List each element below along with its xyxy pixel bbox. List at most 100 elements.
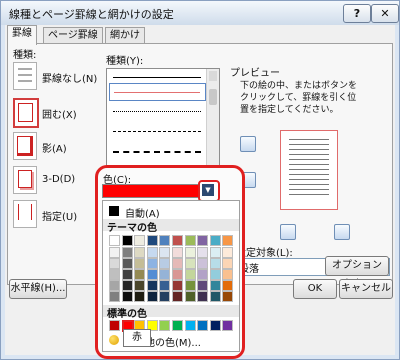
theme-color-swatch[interactable]	[172, 258, 183, 269]
scroll-thumb[interactable]	[209, 89, 217, 105]
color-selected-value[interactable]	[102, 184, 199, 198]
theme-color-swatch[interactable]	[209, 247, 221, 258]
theme-color-swatch[interactable]	[109, 258, 120, 269]
theme-color-swatch[interactable]	[209, 235, 221, 246]
setting-none-label[interactable]: 罫線なし(N)	[42, 70, 97, 85]
scroll-up-icon[interactable]	[209, 71, 217, 81]
theme-color-swatch[interactable]	[134, 291, 146, 302]
theme-color-swatch[interactable]	[121, 235, 133, 246]
standard-color-swatch[interactable]	[109, 320, 120, 331]
theme-color-swatch[interactable]	[134, 258, 146, 269]
theme-color-swatch[interactable]	[121, 280, 133, 291]
theme-color-swatch[interactable]	[159, 258, 171, 269]
automatic-swatch[interactable]	[109, 206, 119, 216]
theme-color-swatch[interactable]	[222, 269, 234, 280]
standard-color-swatch[interactable]	[159, 320, 171, 331]
theme-color-swatch[interactable]	[146, 235, 158, 246]
setting-custom-label[interactable]: 指定(U)	[42, 208, 77, 223]
theme-color-swatch[interactable]	[172, 280, 183, 291]
top-border-button[interactable]	[240, 136, 256, 152]
theme-color-swatch[interactable]	[134, 269, 146, 280]
theme-color-swatch[interactable]	[159, 247, 171, 258]
theme-color-swatch[interactable]	[222, 291, 234, 302]
theme-color-swatch[interactable]	[134, 280, 146, 291]
theme-color-swatch[interactable]	[222, 235, 234, 246]
theme-color-swatch[interactable]	[209, 258, 221, 269]
right-border-button[interactable]	[334, 224, 350, 240]
line-style-long-dash[interactable]	[113, 151, 201, 153]
theme-color-swatch[interactable]	[197, 269, 209, 280]
theme-color-swatch[interactable]	[184, 258, 196, 269]
theme-color-swatch[interactable]	[197, 258, 209, 269]
setting-box-icon[interactable]	[13, 98, 39, 128]
tab-page-border[interactable]: ページ罫線	[43, 27, 103, 44]
setting-none-icon[interactable]	[13, 62, 37, 90]
setting-3d-label[interactable]: 3-D(D)	[42, 174, 75, 185]
color-dropdown-button[interactable]: ▼	[198, 180, 220, 202]
ok-button[interactable]: OK	[293, 279, 337, 299]
line-style-dotted[interactable]	[113, 111, 201, 112]
theme-color-swatch[interactable]	[146, 280, 158, 291]
horizontal-line-button[interactable]: 水平線(H)...	[9, 279, 67, 299]
setting-shadow-label[interactable]: 影(A)	[42, 140, 67, 155]
theme-color-swatch[interactable]	[184, 269, 196, 280]
theme-color-swatch[interactable]	[159, 291, 171, 302]
theme-color-swatch[interactable]	[146, 269, 158, 280]
theme-color-swatch[interactable]	[134, 247, 146, 258]
standard-color-swatch[interactable]	[172, 320, 183, 331]
theme-color-swatch[interactable]	[121, 258, 133, 269]
setting-custom-icon[interactable]	[13, 200, 37, 228]
line-style-dashed[interactable]	[113, 131, 201, 132]
theme-color-swatch[interactable]	[184, 291, 196, 302]
theme-color-swatch[interactable]	[209, 291, 221, 302]
theme-color-swatch[interactable]	[159, 280, 171, 291]
theme-color-swatch[interactable]	[109, 280, 120, 291]
theme-color-swatch[interactable]	[197, 291, 209, 302]
theme-color-swatch[interactable]	[197, 235, 209, 246]
standard-color-swatch[interactable]	[222, 320, 234, 331]
theme-color-swatch[interactable]	[109, 269, 120, 280]
setting-box-label[interactable]: 囲む(X)	[42, 106, 77, 121]
options-button[interactable]: オプション(O)...	[325, 256, 389, 289]
setting-3d-icon[interactable]	[13, 166, 37, 194]
theme-color-swatch[interactable]	[209, 280, 221, 291]
help-button[interactable]: ?	[343, 4, 371, 23]
left-border-button[interactable]	[280, 224, 296, 240]
automatic-color-option[interactable]: 自動(A)	[125, 205, 160, 220]
theme-color-swatch[interactable]	[121, 291, 133, 302]
theme-color-swatch[interactable]	[109, 235, 120, 246]
cancel-button[interactable]: キャンセル	[339, 279, 393, 299]
setting-shadow-icon[interactable]	[13, 132, 37, 160]
theme-color-swatch[interactable]	[222, 247, 234, 258]
theme-color-swatch[interactable]	[159, 235, 171, 246]
theme-color-swatch[interactable]	[184, 280, 196, 291]
theme-color-swatch[interactable]	[172, 235, 183, 246]
standard-color-swatch[interactable]	[197, 320, 209, 331]
standard-color-swatch[interactable]	[184, 320, 196, 331]
line-style-selected[interactable]	[109, 83, 206, 101]
theme-color-swatch[interactable]	[109, 247, 120, 258]
theme-color-swatch[interactable]	[222, 258, 234, 269]
theme-color-swatch[interactable]	[184, 247, 196, 258]
theme-color-swatch[interactable]	[146, 291, 158, 302]
theme-color-swatch[interactable]	[146, 247, 158, 258]
theme-color-swatch[interactable]	[222, 280, 234, 291]
theme-color-swatch[interactable]	[121, 269, 133, 280]
theme-color-swatch[interactable]	[184, 235, 196, 246]
theme-color-swatch[interactable]	[121, 247, 133, 258]
theme-color-swatch[interactable]	[172, 291, 183, 302]
line-style-solid[interactable]	[113, 77, 201, 78]
theme-color-swatch[interactable]	[172, 269, 183, 280]
theme-color-swatch[interactable]	[209, 269, 221, 280]
theme-color-swatch[interactable]	[172, 247, 183, 258]
theme-color-swatch[interactable]	[134, 235, 146, 246]
standard-color-swatch[interactable]	[209, 320, 221, 331]
close-button[interactable]: ✕	[371, 4, 399, 23]
theme-color-swatch[interactable]	[197, 280, 209, 291]
tab-borders[interactable]: 罫線	[7, 25, 37, 45]
theme-color-swatch[interactable]	[146, 258, 158, 269]
theme-color-swatch[interactable]	[109, 291, 120, 302]
theme-color-swatch[interactable]	[197, 247, 209, 258]
theme-color-swatch[interactable]	[159, 269, 171, 280]
border-preview[interactable]	[280, 130, 338, 210]
